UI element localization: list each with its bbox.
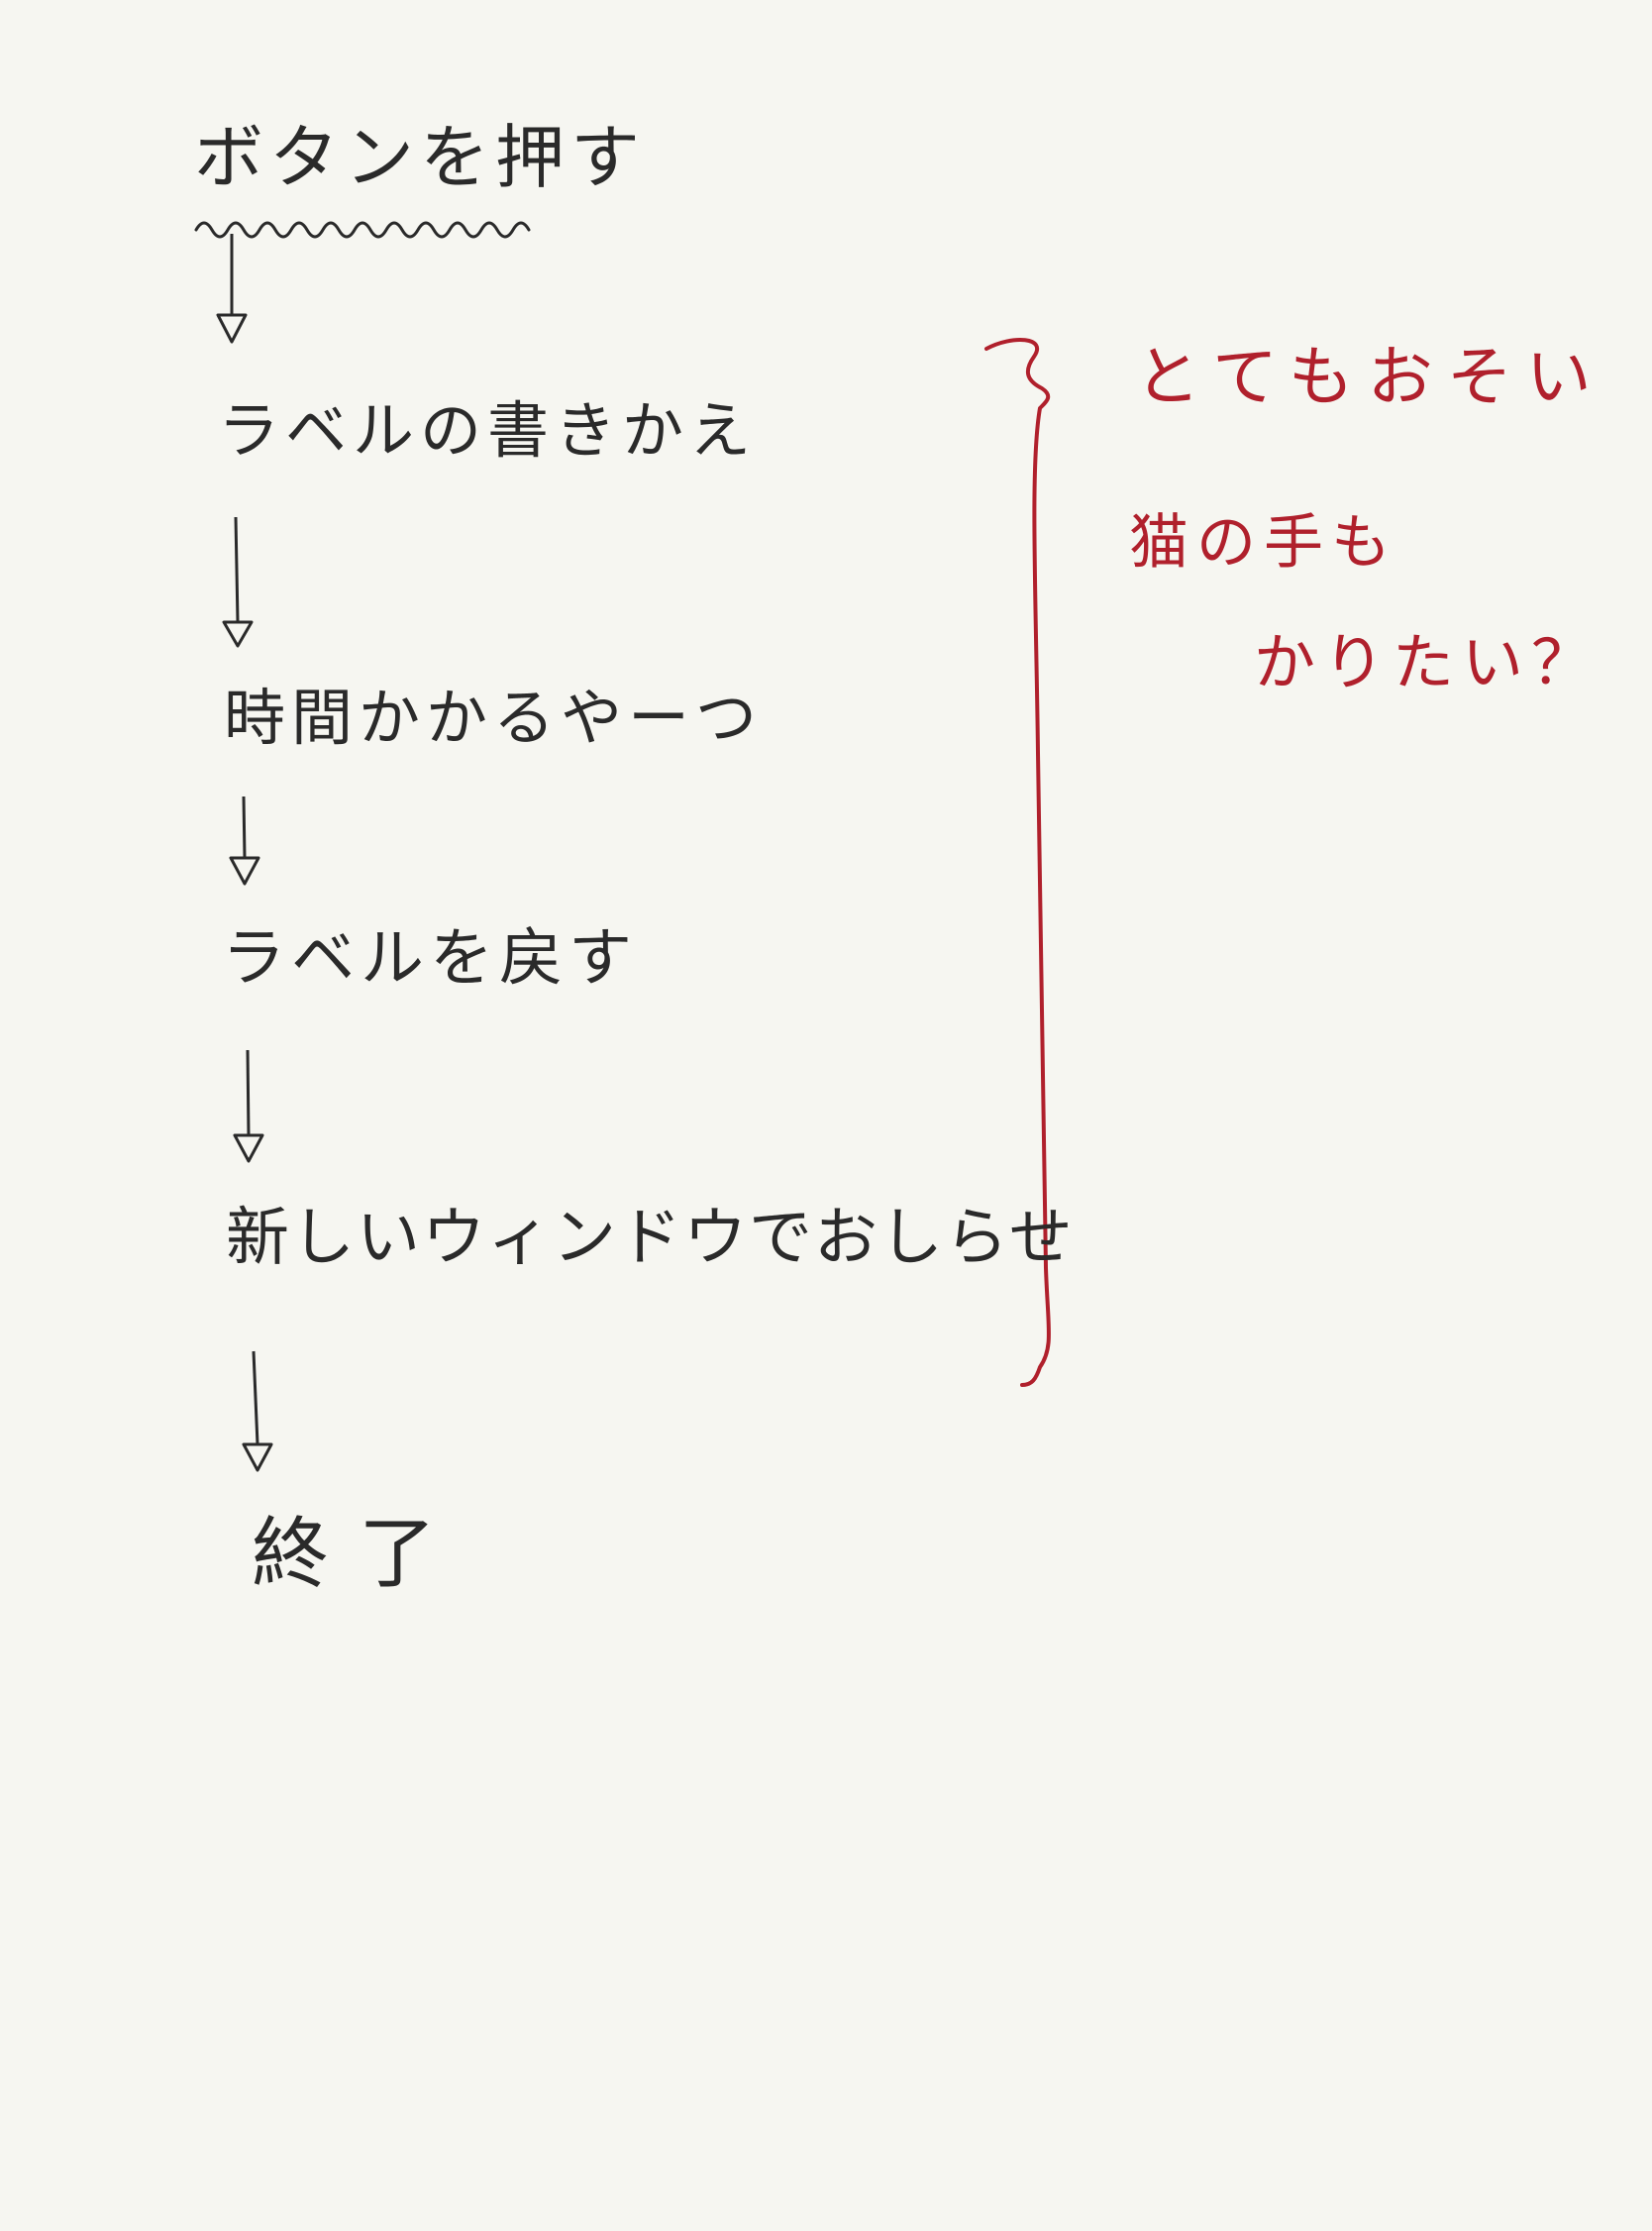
flow-arrow-2 (222, 516, 254, 648)
wavy-underline (194, 221, 531, 239)
notebook-page: ボタンを押す ラベルの書きかえ 時間かかるやーつ ラベルを戻す 新しいウィンドウ… (0, 0, 1652, 2231)
step-long-task: 時間かかるやーつ (224, 682, 764, 754)
flow-arrow-5 (242, 1350, 273, 1472)
comment-very-slow: とてもおそい (1135, 339, 1605, 415)
flow-arrow-4 (233, 1049, 264, 1163)
flow-drawing (194, 221, 1051, 1472)
comment-want-help: かりたい？ (1254, 626, 1601, 698)
comment-cats-paw: 猫の手も (1129, 508, 1398, 578)
step-rewrite-label: ラベルの書きかえ (218, 394, 758, 467)
step-end: 終了 (252, 1510, 466, 1599)
flow-arrow-3 (229, 796, 260, 886)
step-notify-new-window: 新しいウィンドウでおしらせ (226, 1202, 1075, 1275)
flow-arrow-1 (216, 234, 248, 344)
step-press-button: ボタンを押す (194, 117, 646, 198)
step-restore-label: ラベルを戻す (222, 922, 638, 996)
